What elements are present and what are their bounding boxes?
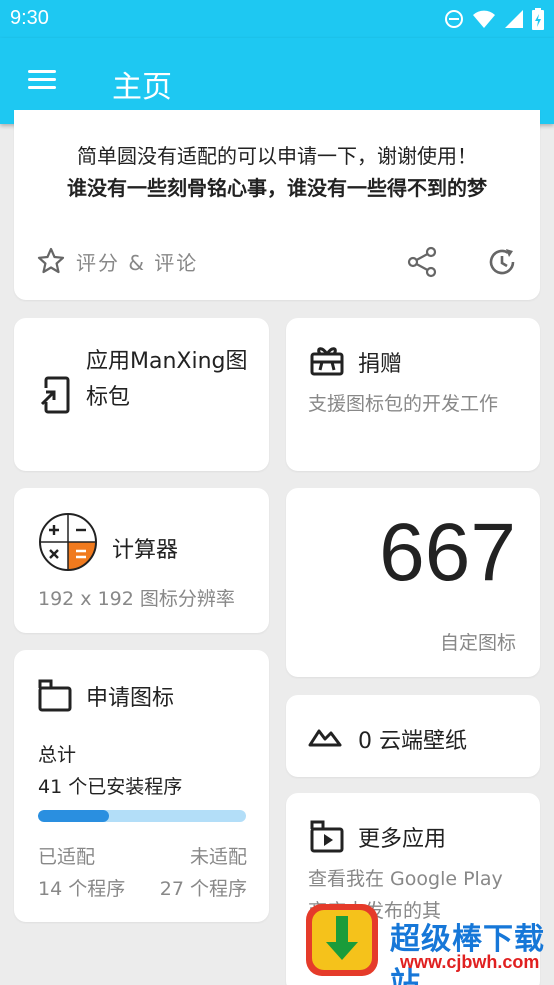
request-title: 申请图标 (86, 686, 175, 711)
watermark-text: 超级棒下载站 (390, 922, 545, 985)
calculator-title: 计算器 (112, 538, 179, 563)
status-time: 9:30 (10, 7, 49, 29)
icon-count-label: 自定图标 (439, 632, 516, 654)
adapted-count: 14 个程序 (38, 878, 126, 900)
status-icons (444, 8, 544, 30)
page-title: 主页 (112, 70, 172, 105)
wallpapers-title: 0 云端壁纸 (358, 729, 467, 754)
download-logo-icon (306, 904, 378, 976)
watermark-url: www.cjbwh.com (400, 952, 540, 972)
changelog-button[interactable] (486, 246, 518, 282)
status-bar: 9:30 (0, 0, 554, 38)
header-card: 简单圆没有适配的可以申请一下，谢谢使用！ 谁没有一些刻骨铭心事，谁没有一些得不到… (14, 110, 540, 300)
adapted-label: 已适配 (38, 846, 96, 868)
play-store-icon (310, 819, 344, 857)
request-icon (38, 678, 72, 716)
rate-review-button[interactable]: 评分 & 评论 (36, 246, 198, 276)
calculator-card: 计算器 192 x 192 图标分辨率 (14, 488, 269, 633)
donate-description: 支援图标包的开发工作 (308, 393, 499, 415)
share-button[interactable] (406, 246, 438, 282)
landscape-icon (308, 725, 342, 751)
calculator-icon (38, 512, 98, 576)
rate-review-label: 评分 & 评论 (76, 250, 199, 275)
unadapted-label: 未适配 (189, 846, 247, 868)
adaptation-progress-bar (38, 810, 246, 822)
unadapted-count: 27 个程序 (159, 878, 247, 900)
battery-icon (532, 8, 544, 30)
apply-icon (38, 376, 72, 420)
apply-icon-pack-label: 应用ManXing图标包 (86, 349, 248, 410)
icon-count-card: 667 自定图标 (286, 488, 540, 677)
more-apps-title: 更多应用 (358, 827, 447, 852)
wallpapers-card[interactable]: 0 云端壁纸 (286, 695, 540, 777)
apply-icon-pack-card[interactable]: 应用ManXing图标包 (14, 318, 269, 471)
signal-icon (505, 10, 523, 28)
calculator-description: 192 x 192 图标分辨率 (38, 588, 235, 610)
history-icon (489, 249, 515, 275)
icon-count: 667 (379, 507, 516, 598)
site-watermark: 超级棒下载站 www.cjbwh.com (304, 900, 554, 985)
dnd-icon (445, 10, 463, 28)
share-icon (407, 246, 437, 278)
total-label: 总计 (38, 744, 77, 766)
header-message: 简单圆没有适配的可以申请一下，谢谢使用！ (77, 144, 477, 168)
adaptation-progress-fill (38, 810, 109, 822)
donate-title: 捐赠 (358, 352, 403, 377)
star-icon (37, 247, 65, 274)
menu-icon[interactable] (28, 68, 58, 92)
donate-card[interactable]: 捐赠 支援图标包的开发工作 (286, 318, 540, 471)
gift-icon (310, 344, 344, 382)
request-icons-card[interactable]: 申请图标 总计 41 个已安装程序 已适配 14 个程序 未适配 27 个程序 (14, 650, 269, 922)
wifi-icon (473, 10, 495, 28)
header-quote: 谁没有一些刻骨铭心事，谁没有一些得不到的梦 (67, 176, 487, 200)
installed-apps-count: 41 个已安装程序 (38, 776, 183, 798)
